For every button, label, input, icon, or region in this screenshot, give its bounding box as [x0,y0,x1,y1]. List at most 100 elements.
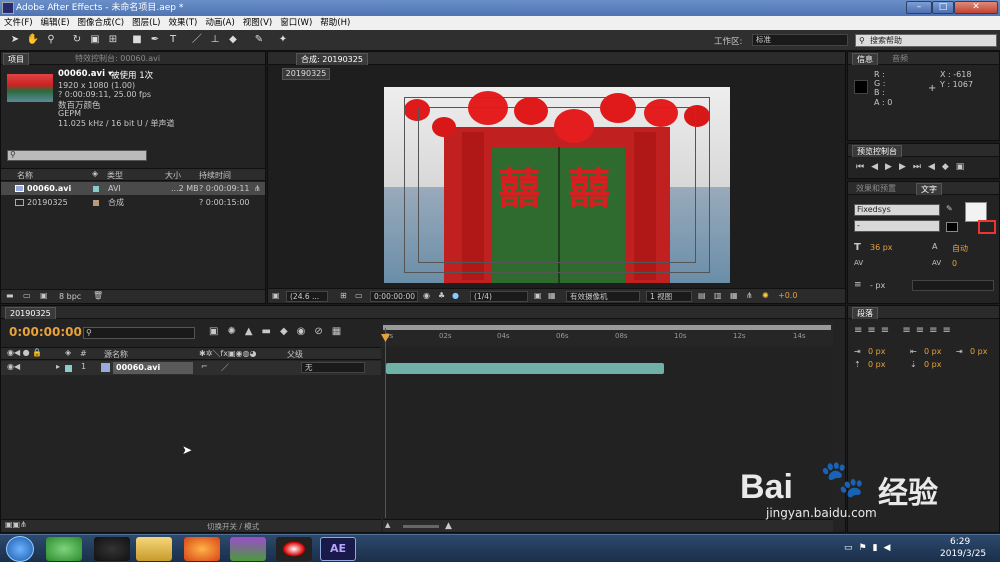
pan-behind-tool-icon[interactable]: ⊞ [106,33,120,47]
stroke-width-value[interactable]: - px [870,281,885,290]
tab-timeline-comp[interactable]: 20190325 [5,307,56,319]
stroke-color-swatch[interactable] [978,220,996,234]
workspace-select[interactable]: 标准 [752,34,848,46]
space-after-value[interactable]: 0 px [924,360,941,369]
stroke-mode-select[interactable] [912,280,994,291]
show-snapshot-icon[interactable]: ♣ [438,291,445,300]
timeline-switches-icons[interactable]: ▣✺▲▬◆◉⊘▦ [209,326,350,337]
work-area-bar[interactable] [383,325,831,330]
column-parent[interactable]: 父级 [287,349,303,360]
tab-project[interactable]: 项目 [3,53,29,65]
label-color-swatch[interactable] [65,365,72,372]
taskbar-app-recorder-icon[interactable] [276,537,312,561]
column-name[interactable]: 名称 [17,170,33,181]
tab-effect-controls[interactable]: 特效控制台: 00060.avi [71,53,164,65]
layer-name[interactable]: 00060.avi [113,362,193,374]
column-duration[interactable]: 持续时间 [199,170,231,181]
indent-left-value[interactable]: 0 px [868,347,885,356]
minimize-button[interactable]: – [906,1,932,14]
brush-tool-icon[interactable]: ／ [190,33,204,47]
taskbar-app-firefox-icon[interactable] [184,537,220,561]
toggle-switches-modes[interactable]: 切换开关 / 模式 [207,521,259,532]
exposure-icon[interactable]: ✺ [762,291,769,300]
twirl-icon[interactable]: ▸ [56,362,60,371]
timeline-icon[interactable]: ▦ [730,291,738,300]
leading-value[interactable]: 自动 [952,243,968,254]
layer-duration-bar[interactable] [386,363,664,374]
zoom-select[interactable]: (24.6 ... [286,291,328,302]
roto-brush-tool-icon[interactable]: ✎ [252,33,266,47]
alignment-buttons[interactable]: ≡≡≡ ≡≡≡≡ [854,325,956,336]
maximize-button[interactable]: □ [932,1,954,14]
tab-info[interactable]: 信息 [852,53,878,65]
menu-composition[interactable]: 图像合成(C) [74,16,129,30]
font-style-select[interactable]: - [854,220,940,232]
tab-audio[interactable]: 音频 [888,53,912,65]
layer-row[interactable]: ◉◀ ▸ 1 00060.avi ⌐ ／ 无 [1,361,381,375]
new-folder-icon[interactable]: ▭ [23,291,31,300]
tab-composition[interactable]: 合成: 20190325 [296,53,368,65]
fill-color-swatch[interactable] [965,202,987,222]
tab-character[interactable]: 文字 [916,183,942,195]
menu-help[interactable]: 帮助(H) [316,16,354,30]
menu-view[interactable]: 视图(V) [239,16,276,30]
start-button[interactable] [6,536,34,562]
parent-select[interactable]: 无 [301,362,365,373]
taskbar-app-qq-icon[interactable] [94,537,130,561]
quality-switch-icon[interactable]: ／ [221,362,229,373]
help-search-input[interactable]: ⚲ 搜索帮助 [855,34,997,47]
column-source-name[interactable]: 源名称 [104,349,128,360]
clock-date[interactable]: 2019/3/25 [940,549,986,559]
eyedropper-icon[interactable]: ✎ [946,204,953,213]
menu-effect[interactable]: 效果(T) [165,16,202,30]
timeline-search-input[interactable]: ⚲ [83,327,195,339]
channel-icon[interactable]: ● [452,291,459,300]
transparency-grid-icon[interactable]: ▦ [548,291,556,300]
menu-window[interactable]: 窗口(W) [276,16,316,30]
project-item-row[interactable]: 00060.avi AVI ...2 MB ? 0:00:09:11 ⋔ [1,182,265,195]
menu-file[interactable]: 文件(F) [0,16,37,30]
project-search-input[interactable]: ⚲ [7,150,147,161]
playback-controls[interactable]: ⏮◀▶▶⏭◀◆▣ [856,162,971,172]
first-line-indent-value[interactable]: 0 px [970,347,987,356]
tracking-value[interactable]: 0 [952,259,957,268]
taskbar-app-media-icon[interactable] [230,537,266,561]
font-size-value[interactable]: 36 px [870,243,893,252]
tab-effects-presets[interactable]: 效果和预置 [852,183,900,195]
zoom-tool-icon[interactable]: ⚲ [44,33,58,47]
resolution-select[interactable]: (1/4) [470,291,528,302]
current-time-field[interactable]: 0:00:00:00 [370,291,418,302]
zoom-slider[interactable]: ▲ ▲ [383,519,833,532]
zoom-out-icon[interactable]: ▲ [385,521,390,529]
region-of-interest-icon[interactable]: ▣ [534,291,542,300]
tab-paragraph[interactable]: 段落 [852,307,878,319]
interpret-footage-icon[interactable]: ▬ [6,291,14,300]
views-select[interactable]: 1 视图 [646,291,692,302]
shy-switch-icon[interactable]: ⌐ [201,362,208,371]
trash-icon[interactable]: 🗑 [93,291,103,300]
video-toggle-icon[interactable]: ◉◀ [7,362,20,371]
taskbar-app-360-icon[interactable] [46,537,82,561]
black-swatch[interactable] [946,222,958,232]
space-before-value[interactable]: 0 px [868,360,885,369]
column-type[interactable]: 类型 [107,170,123,181]
camera-select[interactable]: 有效摄像机 [566,291,640,302]
project-item-row[interactable]: 20190325 合成 ? 0:00:15:00 [1,196,265,209]
puppet-pin-tool-icon[interactable]: ✦ [276,33,290,47]
font-family-select[interactable]: Fixedsys [854,204,940,216]
time-ruler[interactable]: 0s 02s 04s 06s 08s 10s 12s 14s [383,322,833,346]
clock-time[interactable]: 6:29 [950,537,970,547]
text-tool-icon[interactable]: T [166,33,180,47]
comp-flowchart-icon[interactable]: ⋔ [746,291,753,300]
column-size[interactable]: 大小 [165,170,181,181]
snapshot-icon[interactable]: ◉ [423,291,430,300]
eraser-tool-icon[interactable]: ◆ [226,33,240,47]
comp-breadcrumb[interactable]: 20190325 [282,68,330,80]
selection-tool-icon[interactable]: ➤ [8,33,22,47]
always-preview-icon[interactable]: ▣ [272,291,280,300]
taskbar-app-ae[interactable]: AE [320,537,356,561]
mask-visibility-icon[interactable]: ▭ [355,291,363,300]
pen-tool-icon[interactable]: ✒ [148,33,162,47]
rectangle-tool-icon[interactable]: ■ [130,33,144,47]
camera-tool-icon[interactable]: ▣ [88,33,102,47]
